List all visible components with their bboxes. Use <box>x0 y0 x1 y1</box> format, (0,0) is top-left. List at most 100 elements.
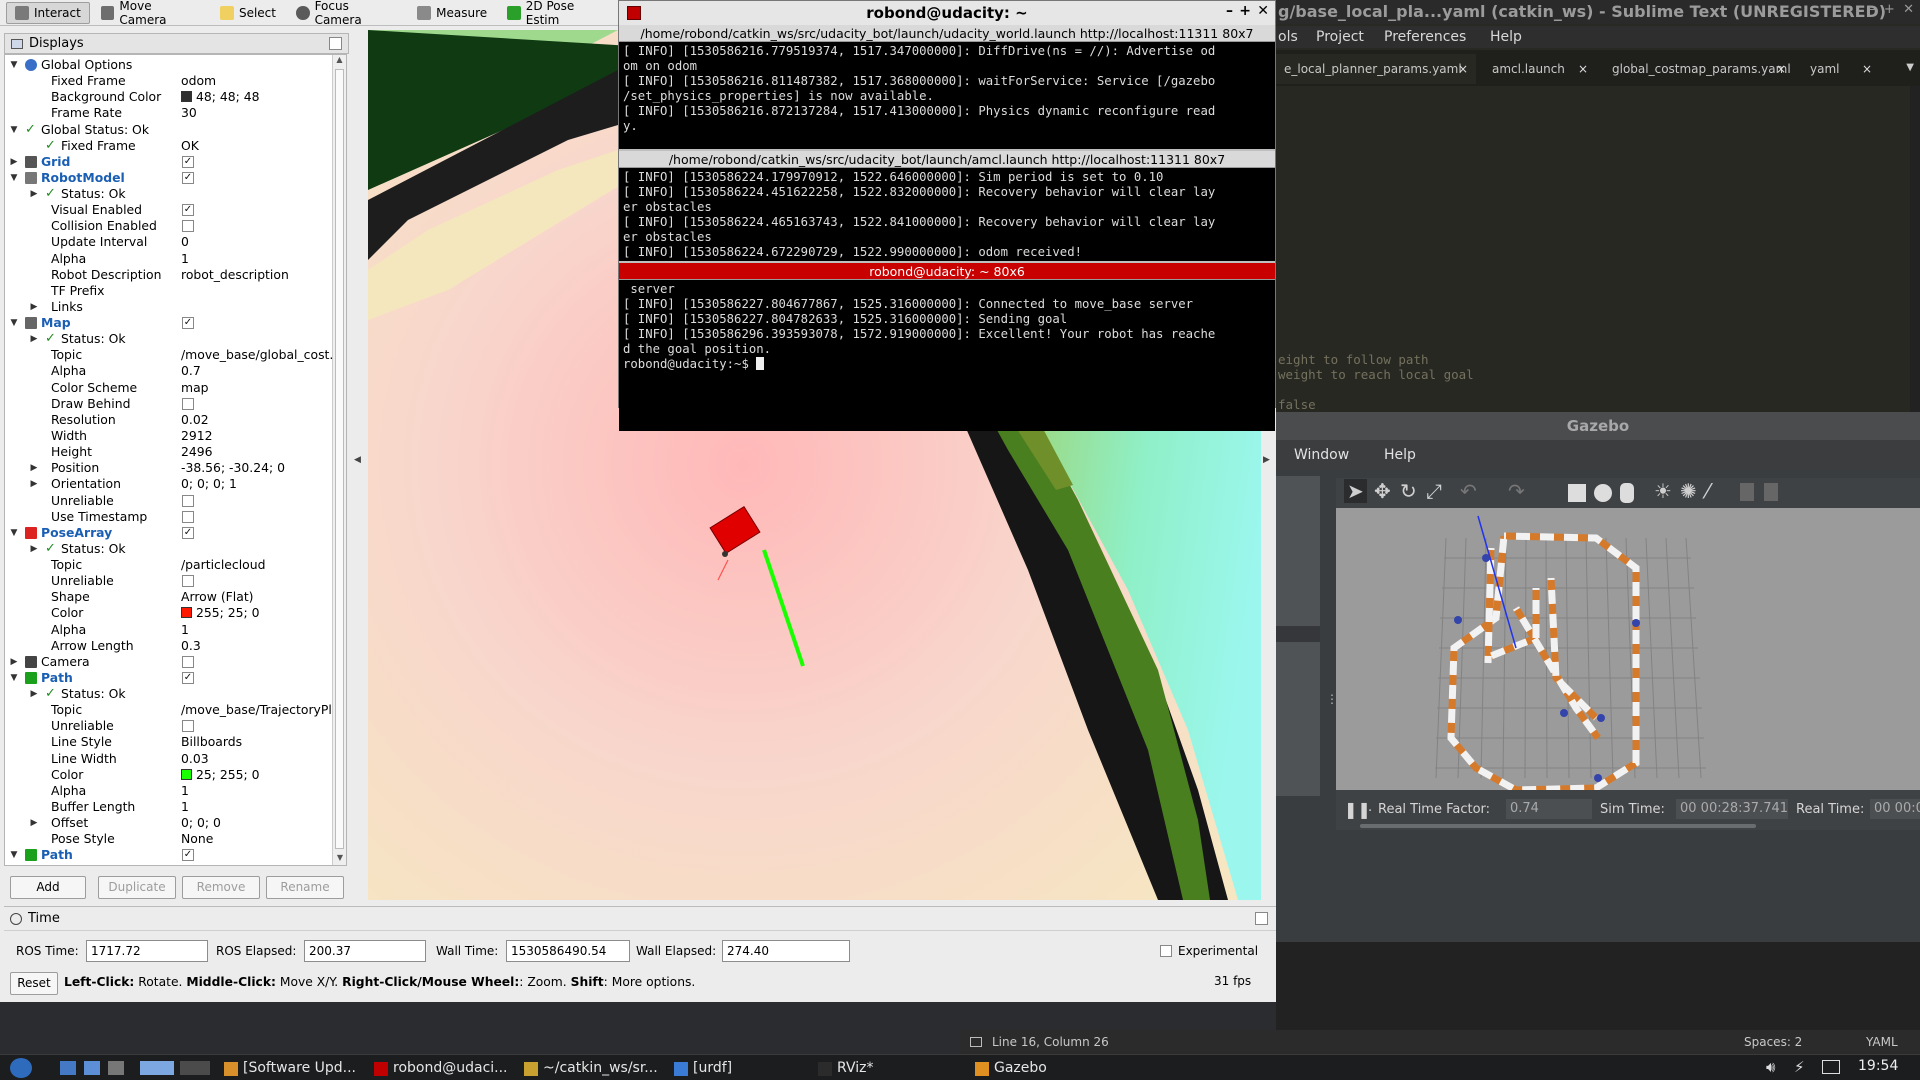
remove-button[interactable]: Remove <box>182 876 260 899</box>
tree-row[interactable]: ▶ ✓ Status: Ok <box>5 864 335 866</box>
scale-icon[interactable]: ⤢ <box>1426 479 1442 503</box>
taskbar-item-rviz[interactable]: RViz* <box>818 1058 968 1079</box>
tree-row[interactable]: ▼ ✓ Global Status: Ok <box>5 122 335 138</box>
property-checkbox[interactable]: ✓ <box>182 204 194 217</box>
tab-close-icon[interactable]: × <box>1578 54 1588 84</box>
gazebo-3d-viewport[interactable] <box>1336 508 1920 790</box>
panel-toggle-icon[interactable] <box>970 1037 982 1047</box>
scroll-down-arrow[interactable]: ▼ <box>333 853 347 865</box>
tree-row[interactable]: Draw Behind <box>5 396 335 412</box>
tab-close-icon[interactable]: × <box>1776 54 1786 84</box>
expand-open-icon[interactable]: ▼ <box>9 170 19 186</box>
tool-measure[interactable]: Measure <box>408 2 496 24</box>
tree-row[interactable]: Unreliable <box>5 718 335 734</box>
translate-icon[interactable]: ✥ <box>1374 479 1391 503</box>
tree-row[interactable]: Topic/move_base/TrajectoryPl.. <box>5 702 340 718</box>
maximize-button[interactable]: + <box>1884 2 1895 17</box>
select-arrow-icon[interactable]: ➤ <box>1344 479 1367 503</box>
scroll-thumb[interactable] <box>335 69 344 849</box>
volume-icon[interactable]: 🔊︎ <box>1766 1058 1775 1076</box>
menu-project[interactable]: Project <box>1316 26 1364 48</box>
property-checkbox[interactable] <box>182 397 194 410</box>
timeline-scrollbar[interactable] <box>1360 824 1756 828</box>
terminal-output[interactable]: server[ INFO] [1530586227.804677867, 152… <box>619 280 1275 431</box>
expand-closed-icon[interactable]: ▶ <box>9 154 19 170</box>
property-value[interactable]: 0.03 <box>181 751 209 767</box>
property-value[interactable]: 1 <box>181 799 189 815</box>
property-value[interactable]: Billboards <box>181 734 242 750</box>
power-icon[interactable]: ⚡︎ <box>1794 1058 1805 1076</box>
terminal-output[interactable]: [ INFO] [1530586224.179970912, 1522.6460… <box>619 168 1275 261</box>
property-value[interactable]: 2912 <box>181 428 213 444</box>
box-shape-icon[interactable] <box>1568 484 1586 502</box>
expand-open-icon[interactable]: ▼ <box>9 122 19 138</box>
expand-closed-icon[interactable]: ▶ <box>29 476 39 492</box>
experimental-checkbox[interactable] <box>1160 945 1172 957</box>
expand-open-icon[interactable]: ▼ <box>9 670 19 686</box>
tab-close-icon[interactable]: × <box>1862 54 1872 84</box>
expand-closed-icon[interactable]: ▶ <box>29 460 39 476</box>
tree-row[interactable]: ▶ Links <box>5 299 335 315</box>
gazebo-left-panel[interactable] <box>1276 476 1320 796</box>
network-icon[interactable] <box>1822 1060 1840 1074</box>
tree-row[interactable]: ▶ Camera <box>5 654 335 670</box>
property-checkbox[interactable] <box>182 220 194 233</box>
property-value[interactable]: odom <box>181 73 216 89</box>
property-value[interactable]: 25; 255; 0 <box>181 767 260 783</box>
property-checkbox[interactable]: ✓ <box>182 317 194 330</box>
tool-select[interactable]: Select <box>211 2 285 24</box>
terminal-pane[interactable]: /home/robond/catkin_ws/src/udacity_bot/l… <box>619 25 1275 149</box>
reset-button[interactable]: Reset <box>10 972 58 995</box>
pane-title[interactable]: /home/robond/catkin_ws/src/udacity_bot/l… <box>619 151 1275 168</box>
syntax-setting[interactable]: YAML <box>1866 1030 1898 1054</box>
tree-row[interactable]: ▶ Offset 0; 0; 0 <box>5 815 335 831</box>
property-checkbox[interactable] <box>182 720 194 733</box>
workspace-2-icon[interactable] <box>180 1061 210 1075</box>
tree-row[interactable]: Height 2496 <box>5 444 335 460</box>
tool-2d-pose-estim[interactable]: 2D Pose Estim <box>498 0 618 27</box>
tree-row[interactable]: ▼ Map ✓ <box>5 315 335 331</box>
terminal-output[interactable]: [ INFO] [1530586216.779519374, 1517.3470… <box>619 42 1275 149</box>
tree-row[interactable]: Frame Rate 30 <box>5 105 335 121</box>
rename-button[interactable]: Rename <box>266 876 344 899</box>
expand-open-icon[interactable]: ▼ <box>9 315 19 331</box>
expand-closed-icon[interactable]: ▶ <box>29 686 39 702</box>
menu-help[interactable]: Help <box>1490 26 1522 48</box>
tree-row[interactable]: Topic/move_base/global_cost.. <box>5 347 337 363</box>
workspace-switcher-icon[interactable] <box>140 1061 174 1075</box>
tree-row[interactable]: Width 2912 <box>5 428 335 444</box>
file-manager-icon[interactable] <box>84 1061 100 1075</box>
property-value[interactable]: OK <box>181 138 199 154</box>
tree-row[interactable]: Shape Arrow (Flat) <box>5 589 335 605</box>
expand-open-icon[interactable]: ▼ <box>9 57 19 73</box>
start-menu-icon[interactable] <box>10 1058 32 1078</box>
property-checkbox[interactable] <box>182 494 194 507</box>
property-value[interactable]: 1 <box>181 251 189 267</box>
taskbar-item-terminal[interactable]: robond@udaci... <box>374 1058 524 1079</box>
sun-light-icon[interactable]: ☀ <box>1654 479 1672 503</box>
taskbar-item-software-updater[interactable]: [Software Upd... <box>224 1058 374 1079</box>
property-value[interactable]: 1 <box>181 783 189 799</box>
tree-row[interactable]: Alpha 1 <box>5 622 335 638</box>
expand-closed-icon[interactable]: ▶ <box>29 299 39 315</box>
maximize-button[interactable]: + <box>1239 3 1251 19</box>
minimize-button[interactable]: – <box>1869 2 1876 17</box>
property-checkbox[interactable]: ✓ <box>182 155 194 168</box>
pause-button[interactable]: ❚❚ <box>1344 800 1371 819</box>
taskbar-item-file-manager[interactable]: ~/catkin_ws/sr... <box>524 1058 674 1079</box>
duplicate-button[interactable]: Duplicate <box>98 876 176 899</box>
tree-row[interactable]: Alpha 1 <box>5 251 335 267</box>
add-button[interactable]: Add <box>10 876 86 899</box>
tree-row[interactable]: ▼ RobotModel ✓ <box>5 170 335 186</box>
property-value[interactable]: 1 <box>181 622 189 638</box>
tree-row[interactable]: ▶ ✓ Status: Ok <box>5 331 335 347</box>
pane-title[interactable]: /home/robond/catkin_ws/src/udacity_bot/l… <box>619 25 1275 42</box>
close-button[interactable]: ✕ <box>1903 2 1914 17</box>
property-checkbox[interactable]: ✓ <box>182 849 194 862</box>
indent-setting[interactable]: Spaces: 2 <box>1744 1030 1802 1054</box>
pane-title[interactable]: robond@udacity: ~ 80x6 <box>619 263 1275 280</box>
editor-tab[interactable]: e_local_planner_params.yaml × <box>1276 54 1476 84</box>
tree-row[interactable]: Buffer Length 1 <box>5 799 335 815</box>
tree-row[interactable]: Visual Enabled ✓ <box>5 202 335 218</box>
tool-interact[interactable]: Interact <box>6 1 90 24</box>
